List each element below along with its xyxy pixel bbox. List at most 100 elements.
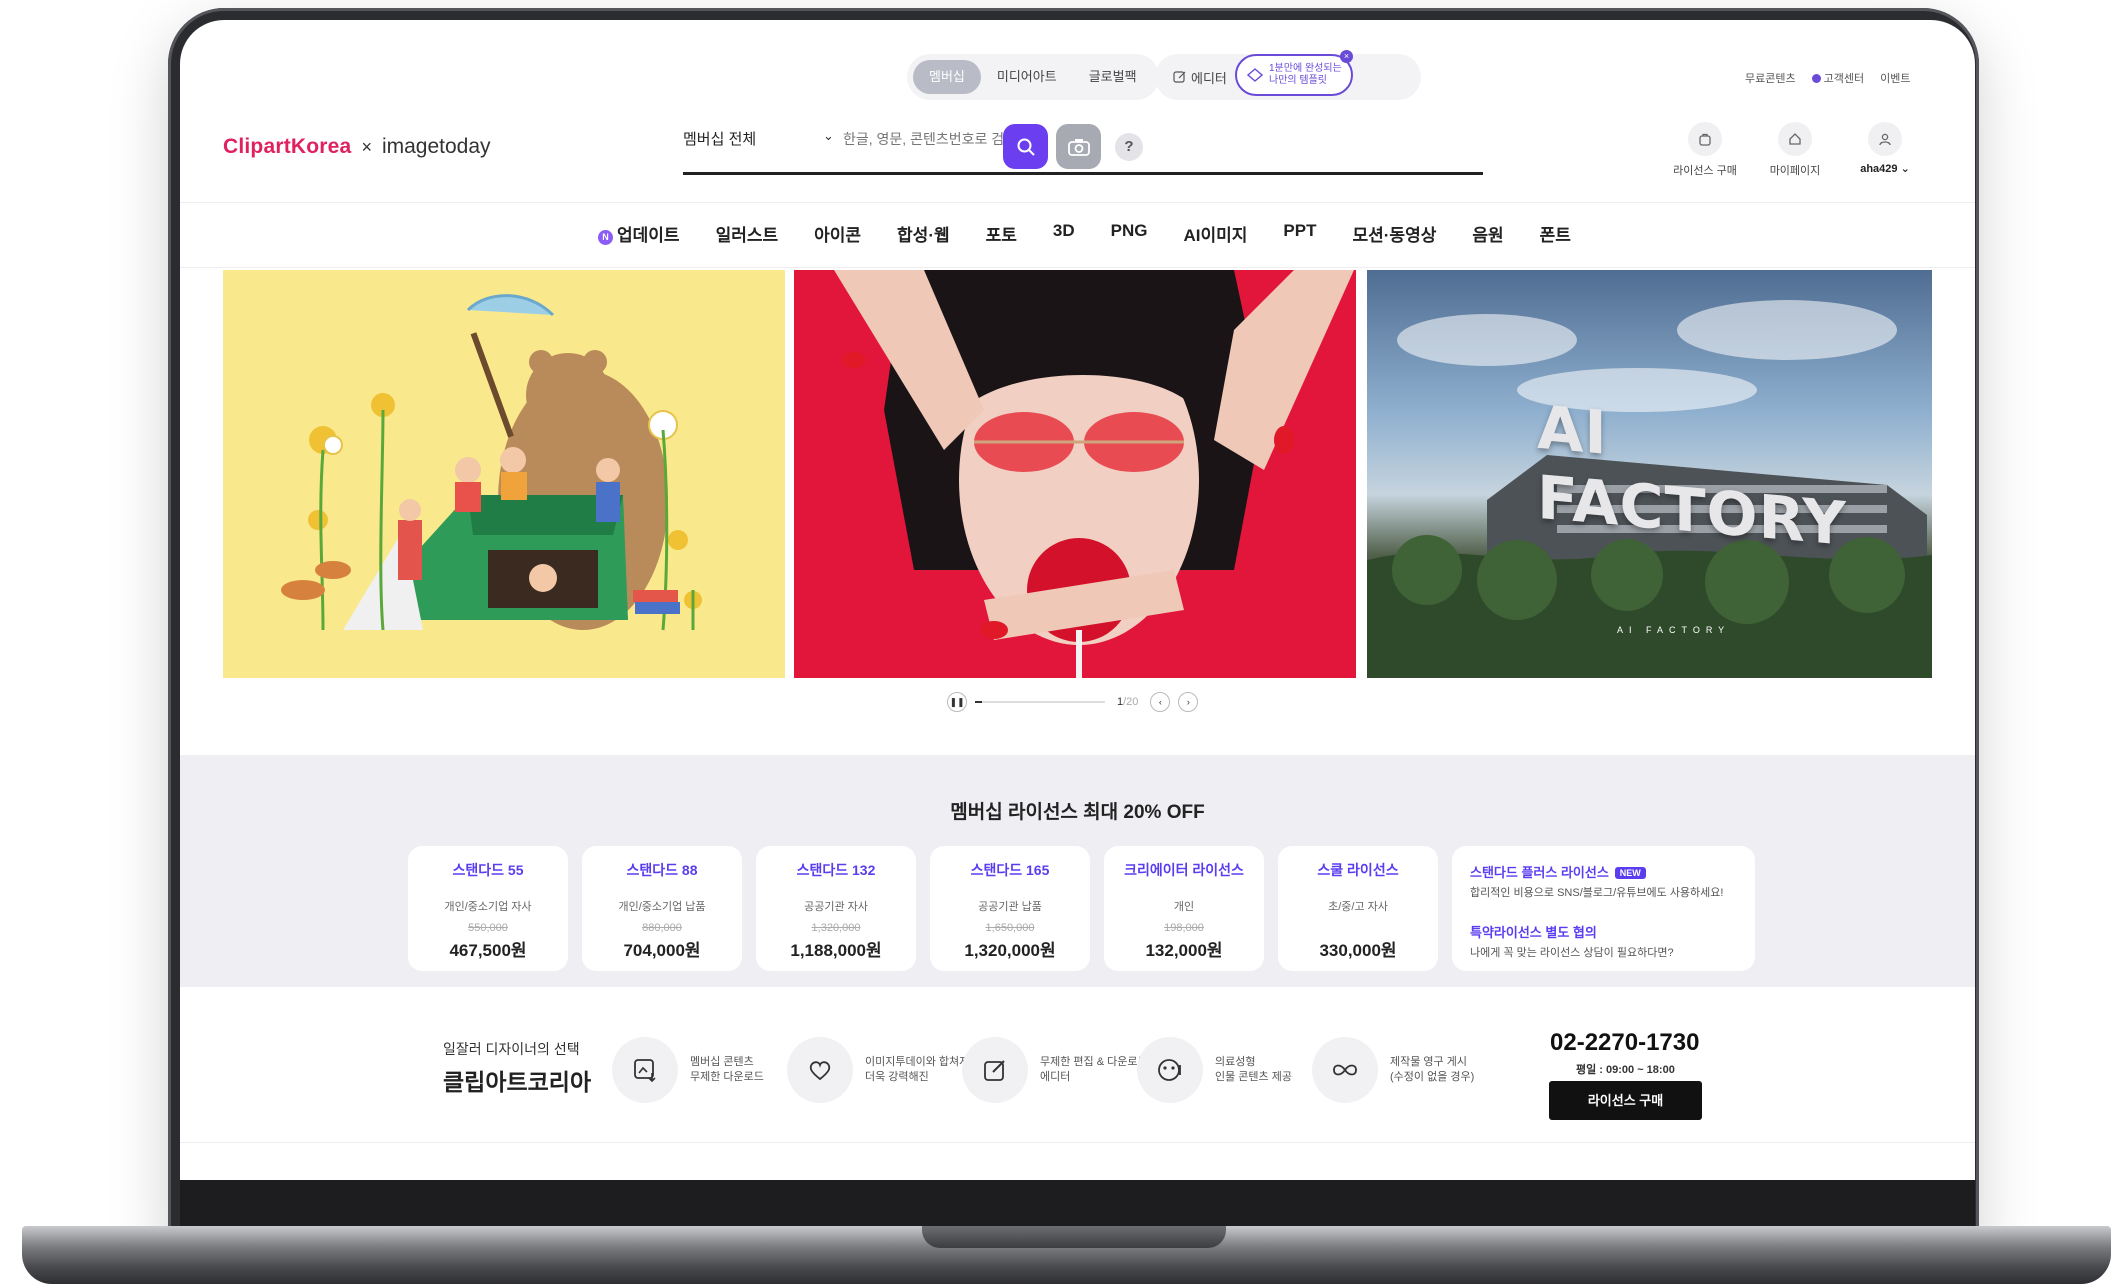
screen: 멤버십 미디어아트 글로벌팩 에디터 1분만에 완성되는 나만의 템플릿 × 무…	[180, 20, 1975, 1185]
logo-partner: imagetoday	[381, 135, 491, 158]
search-scope-select[interactable]: 멤버십 전체 ⌄	[683, 128, 834, 149]
search-icon	[1017, 138, 1035, 156]
card-desc: 공공기관 자사	[804, 901, 868, 913]
link-free-content[interactable]: 무료콘텐츠	[1745, 70, 1796, 86]
card-name: 스탠다드 55	[452, 862, 524, 878]
tagline-main: 클립아트코리아	[443, 1069, 592, 1095]
card-price: 704,000원	[623, 941, 701, 960]
slide-total: /20	[1123, 696, 1139, 708]
special-license-desc: 나에게 꼭 맞는 라이선스 상담이 필요하다면?	[1470, 947, 1674, 959]
factory-subtitle: AI FACTORY	[1617, 625, 1731, 635]
license-card-special[interactable]: 스탠다드 플러스 라이선스 NEW 합리적인 비용으로 SNS/블로그/유튜브에도…	[1452, 846, 1755, 971]
license-card[interactable]: 크리에이터 라이선스 개인 198,000 132,000원	[1104, 846, 1264, 971]
template-icon	[1247, 68, 1263, 82]
special-license-title: 특약라이선스 별도 협의	[1470, 925, 1597, 940]
feature-item: 이미지투데이와 합쳐져 더욱 강력해진	[787, 1037, 975, 1103]
card-name: 스탠다드 132	[796, 862, 876, 878]
license-card[interactable]: 스탠다드 132 공공기관 자사 1,320,000 1,188,000원	[756, 846, 916, 971]
segment-membership[interactable]: 멤버십	[913, 60, 981, 94]
logo-x: ×	[361, 137, 372, 157]
face-icon	[1137, 1037, 1203, 1103]
card-original-price: 550,000	[468, 922, 508, 934]
nav-item-font[interactable]: 폰트	[1540, 221, 1571, 246]
home-icon	[1778, 122, 1812, 156]
nav-item-update-label: 업데이트	[617, 226, 680, 245]
feature-text: 의료성형 인물 콘텐츠 제공	[1215, 1056, 1292, 1083]
bag-icon	[1688, 122, 1722, 156]
support-phone: 02-2270-1730	[1550, 1029, 1700, 1056]
feature-text: 무제한 편집 & 다운로드 에디터	[1040, 1056, 1148, 1083]
license-card[interactable]: 스탠다드 165 공공기관 납품 1,650,000 1,320,000원	[930, 846, 1090, 971]
segment-media-art[interactable]: 미디어아트	[981, 60, 1073, 94]
search-button[interactable]	[1003, 124, 1048, 169]
chevron-left-icon[interactable]: ‹	[1150, 692, 1171, 712]
user-tools: 라이선스 구매 마이페이지 aha429 ⌄	[1660, 122, 1930, 178]
feature-text: 멤버십 콘텐츠 무제한 다운로드	[690, 1056, 764, 1083]
site-logo[interactable]: ClipartKorea × imagetoday	[223, 135, 491, 159]
card-name: 스탠다드 165	[970, 862, 1050, 878]
nav-item-3d[interactable]: 3D	[1053, 221, 1075, 246]
nav-item-motion-video[interactable]: 모션·동영상	[1352, 221, 1436, 246]
card-original-price: 1,650,000	[985, 922, 1035, 934]
new-badge: N	[598, 230, 613, 245]
nav-item-icon[interactable]: 아이콘	[814, 221, 861, 246]
nav-item-ai-image[interactable]: AI이미지	[1184, 221, 1248, 246]
pause-icon[interactable]: ❚❚	[947, 692, 967, 712]
license-purchase-tool[interactable]: 라이선스 구매	[1660, 122, 1750, 178]
card-desc: 개인	[1173, 901, 1195, 913]
mypage-tool[interactable]: 마이페이지	[1750, 122, 1840, 178]
card-price: 330,000원	[1319, 941, 1397, 960]
screen-bezel	[180, 1185, 1975, 1227]
camera-icon	[1067, 138, 1090, 156]
banner-slider-controls: ❚❚ 1/20 ‹ ›	[947, 692, 1199, 712]
card-desc: 개인/중소기업 납품	[618, 901, 706, 913]
nav-item-ppt[interactable]: PPT	[1283, 221, 1316, 246]
link-customer-center-label: 고객센터	[1823, 73, 1865, 85]
nav-item-audio[interactable]: 음원	[1472, 221, 1503, 246]
feature-strip: 일잘러 디자이너의 선택 클립아트코리아 멤버십 콘텐츠 무제한 다운로드 이미…	[180, 987, 1975, 1143]
template-promo-pill[interactable]: 1분만에 완성되는 나만의 템플릿 ×	[1235, 50, 1353, 96]
license-purchase-label: 라이선스 구매	[1673, 165, 1737, 177]
promo-line-2: 나만의 템플릿	[1269, 75, 1327, 86]
card-original-price: 880,000	[642, 922, 682, 934]
card-desc: 초/중/고 자사	[1328, 901, 1388, 913]
tagline-sub: 일잘러 디자이너의 선택	[443, 1041, 580, 1057]
laptop-notch	[922, 1226, 1226, 1248]
heart-icon	[787, 1037, 853, 1103]
help-button[interactable]: ?	[1115, 133, 1143, 161]
illustration-image	[281, 294, 702, 631]
banner-photo[interactable]	[794, 270, 1356, 678]
image-search-button[interactable]	[1056, 124, 1101, 169]
chevron-right-icon[interactable]: ›	[1178, 692, 1199, 712]
card-desc: 공공기관 납품	[978, 901, 1042, 913]
user-menu[interactable]: aha429 ⌄	[1840, 122, 1930, 178]
nav-item-composite-web[interactable]: 합성·웹	[897, 221, 950, 246]
card-price: 1,320,000원	[964, 941, 1056, 960]
feature-text: 제작물 영구 게시 (수정이 없을 경우)	[1390, 1056, 1475, 1083]
nav-item-png[interactable]: PNG	[1111, 221, 1148, 246]
link-event[interactable]: 이벤트	[1880, 70, 1910, 86]
banner-illustration[interactable]	[223, 270, 785, 678]
segment-global-pack[interactable]: 글로벌팩	[1073, 60, 1153, 94]
license-card[interactable]: 스탠다드 55 개인/중소기업 자사 550,000 467,500원	[408, 846, 568, 971]
nav-item-update[interactable]: N 업데이트	[598, 221, 680, 246]
license-card[interactable]: 스탠다드 88 개인/중소기업 납품 880,000 704,000원	[582, 846, 742, 971]
nav-item-photo[interactable]: 포토	[986, 221, 1017, 246]
user-icon	[1868, 122, 1902, 156]
support-hours: 평일 : 09:00 ~ 18:00	[1576, 1064, 1675, 1076]
edit-icon	[1173, 71, 1186, 83]
card-desc: 개인/중소기업 자사	[444, 901, 532, 913]
nav-item-illust[interactable]: 일러스트	[716, 221, 779, 246]
link-customer-center[interactable]: 고객센터	[1811, 70, 1865, 86]
plus-license-label: 스탠다드 플러스 라이선스	[1470, 865, 1609, 880]
card-original-price: 198,000	[1164, 922, 1204, 934]
top-segmented-menu: 멤버십 미디어아트 글로벌팩	[907, 54, 1159, 100]
card-price: 467,500원	[449, 941, 527, 960]
close-icon[interactable]: ×	[1340, 50, 1353, 63]
mypage-label: 마이페이지	[1769, 165, 1821, 177]
buy-license-button[interactable]: 라이선스 구매	[1549, 1081, 1702, 1120]
banner-ai-factory[interactable]: AI FACTORY AI FACTORY	[1367, 270, 1932, 678]
slider-progress-fill	[975, 701, 982, 703]
feature-item: 의료성형 인물 콘텐츠 제공	[1137, 1037, 1325, 1103]
license-card[interactable]: 스쿨 라이선스 초/중/고 자사 330,000원	[1278, 846, 1438, 971]
